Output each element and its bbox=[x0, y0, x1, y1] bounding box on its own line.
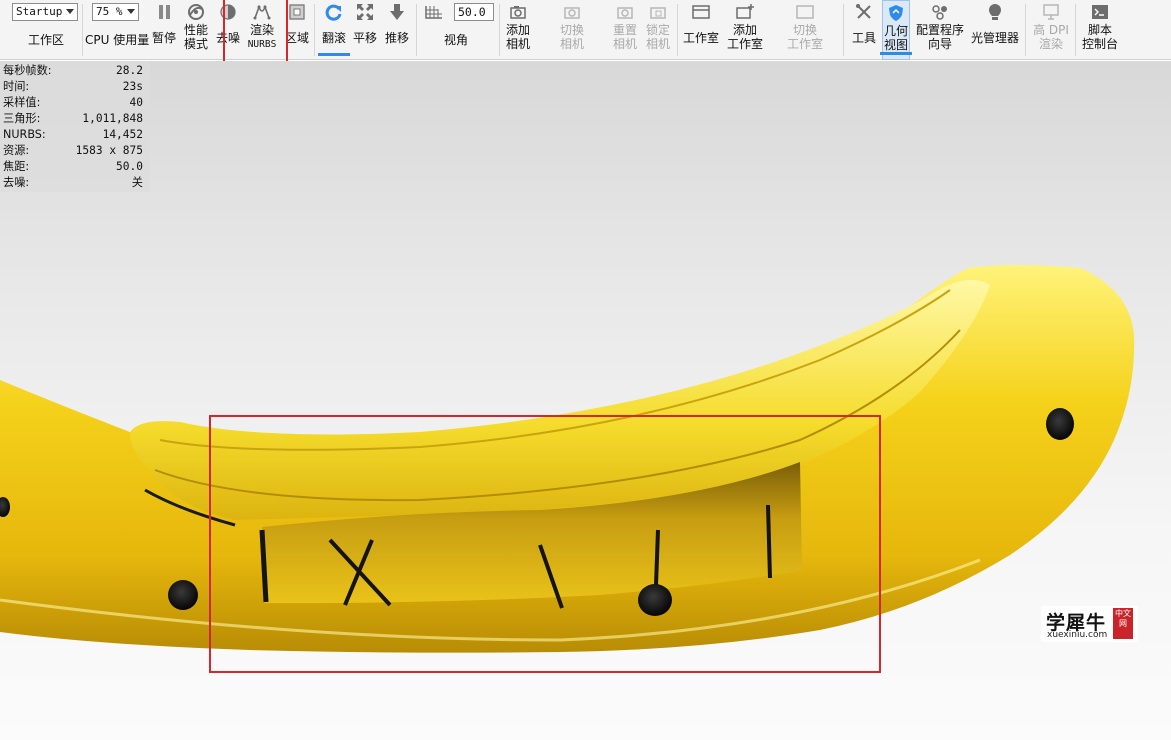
pause-label: 暂停 bbox=[151, 31, 176, 45]
stat-samples: 采样值: 40 bbox=[3, 96, 143, 109]
studio-icon bbox=[795, 3, 815, 21]
viewport-grid-icon bbox=[424, 3, 444, 21]
configurator-label: 配置程序 向导 bbox=[915, 23, 964, 51]
stat-triangles: 三角形: 1,011,848 bbox=[3, 112, 143, 125]
stat-focal-length: 焦距: 50.0 bbox=[3, 160, 143, 173]
divider bbox=[677, 4, 678, 56]
pause-icon bbox=[154, 3, 174, 21]
stat-time: 时间: 23s bbox=[3, 80, 143, 93]
camera-icon bbox=[615, 3, 635, 21]
switch-studio-button[interactable]: 切换 工作室 bbox=[787, 0, 823, 60]
light-manager-button[interactable]: 光管理器 bbox=[971, 0, 1019, 60]
lock-camera-button[interactable]: 锁定 相机 bbox=[645, 0, 671, 60]
tumble-button[interactable]: 翻滚 bbox=[318, 0, 350, 60]
cavity-highlight-box bbox=[209, 415, 881, 673]
camera-icon bbox=[508, 3, 528, 21]
performance-label: 性能 模式 bbox=[183, 23, 208, 51]
geometry-view-button[interactable]: 几何 视图 bbox=[880, 0, 912, 60]
configurator-wizard-button[interactable]: 配置程序 向导 bbox=[916, 0, 964, 60]
stat-fps: 每秒帧数: 28.2 bbox=[3, 64, 143, 77]
chevron-down-icon bbox=[66, 9, 74, 14]
cpu-usage-label: CPU 使用量 bbox=[85, 33, 150, 47]
studio-icon bbox=[691, 3, 711, 21]
reset-camera-button[interactable]: 重置 相机 bbox=[612, 0, 638, 60]
render-stats-panel: 每秒帧数: 28.2 时间: 23s 采样值: 40 三角形: 1,011,848 NU… bbox=[0, 61, 150, 192]
divider bbox=[843, 4, 844, 56]
studio-label: 工作室 bbox=[682, 31, 719, 45]
switch-camera-label: 切换 相机 bbox=[559, 23, 584, 51]
render-viewport[interactable]: 每秒帧数: 28.2 时间: 23s 采样值: 40 三角形: 1,011,848 NU… bbox=[0, 61, 1171, 740]
divider bbox=[1075, 4, 1076, 56]
chevron-down-icon bbox=[127, 9, 135, 14]
high-dpi-render-button[interactable]: 高 DPI 渲染 bbox=[1033, 0, 1069, 60]
watermark-url: xuexiniu.com bbox=[1047, 630, 1108, 640]
stat-denoise: 去噪: 关 bbox=[3, 176, 143, 189]
stat-resolution: 资源: 1583 x 875 bbox=[3, 144, 143, 157]
watermark-logo: 学犀牛 xuexiniu.com 中文网 bbox=[1041, 606, 1138, 642]
viewport-grid-button[interactable] bbox=[424, 0, 444, 24]
active-indicator bbox=[318, 53, 350, 56]
divider bbox=[314, 4, 315, 56]
dolly-icon bbox=[387, 3, 407, 21]
geometry-view-label: 几何 视图 bbox=[883, 24, 908, 52]
workspace-select-value: Startup bbox=[16, 5, 63, 18]
region-icon bbox=[287, 3, 307, 21]
pan-button[interactable]: 平移 bbox=[353, 0, 377, 60]
console-icon bbox=[1090, 3, 1110, 21]
divider bbox=[82, 4, 83, 56]
fov-input[interactable]: 50.0 bbox=[454, 3, 494, 21]
divider bbox=[416, 4, 417, 56]
tumble-icon bbox=[324, 3, 344, 21]
script-console-button[interactable]: 脚本 控制台 bbox=[1082, 0, 1118, 60]
camera-icon bbox=[648, 3, 668, 21]
add-camera-button[interactable]: 添加 相机 bbox=[505, 0, 531, 60]
pan-label: 平移 bbox=[352, 31, 377, 45]
high-dpi-label: 高 DPI 渲染 bbox=[1033, 23, 1069, 51]
pause-button[interactable]: 暂停 bbox=[152, 0, 176, 60]
performance-icon bbox=[186, 3, 206, 21]
studio-button[interactable]: 工作室 bbox=[683, 0, 719, 60]
script-console-label: 脚本 控制台 bbox=[1081, 23, 1118, 51]
performance-mode-button[interactable]: 性能 模式 bbox=[184, 0, 208, 60]
camera-icon bbox=[562, 3, 582, 21]
add-studio-label: 添加 工作室 bbox=[726, 23, 763, 51]
light-manager-label: 光管理器 bbox=[970, 31, 1019, 45]
toolbar: Startup 工作区 75 % CPU 使用量 暂停 性能 模式 去噪 渲染 … bbox=[0, 0, 1171, 80]
studio-icon bbox=[735, 3, 755, 21]
region-button[interactable]: 区域 bbox=[285, 0, 309, 60]
monitor-icon bbox=[1041, 3, 1061, 21]
tools-button[interactable]: 工具 bbox=[852, 0, 876, 60]
stat-nurbs: NURBS: 14,452 bbox=[3, 128, 143, 141]
pan-icon bbox=[355, 3, 375, 21]
light-bulb-icon bbox=[985, 3, 1005, 21]
dolly-button[interactable]: 推移 bbox=[385, 0, 409, 60]
fov-label: 视角 bbox=[444, 33, 469, 47]
switch-studio-label: 切换 工作室 bbox=[786, 23, 823, 51]
tools-icon bbox=[854, 3, 874, 21]
workspace-label: 工作区 bbox=[28, 33, 65, 47]
divider bbox=[1025, 4, 1026, 56]
cpu-usage-value: 75 % bbox=[96, 5, 123, 18]
workspace-select[interactable]: Startup bbox=[12, 3, 78, 21]
watermark-seal: 中文网 bbox=[1113, 608, 1133, 639]
switch-camera-button[interactable]: 切换 相机 bbox=[558, 0, 586, 60]
active-indicator bbox=[880, 52, 912, 55]
shield-icon bbox=[886, 4, 906, 22]
add-studio-button[interactable]: 添加 工作室 bbox=[727, 0, 763, 60]
dolly-label: 推移 bbox=[384, 31, 409, 45]
lock-camera-label: 锁定 相机 bbox=[645, 23, 670, 51]
configurator-icon bbox=[930, 3, 950, 21]
add-camera-label: 添加 相机 bbox=[505, 23, 530, 51]
cpu-usage-select[interactable]: 75 % bbox=[92, 3, 139, 21]
